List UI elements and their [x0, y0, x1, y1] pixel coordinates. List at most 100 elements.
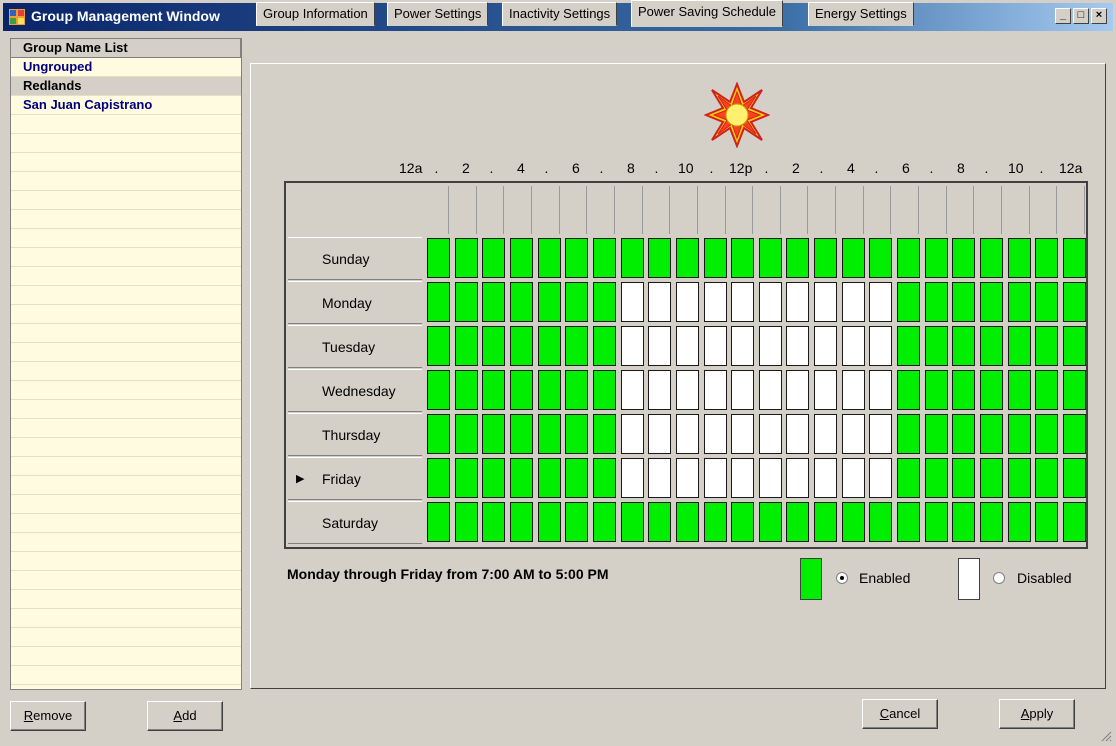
schedule-cell[interactable]	[703, 370, 727, 410]
schedule-cell[interactable]	[565, 458, 589, 498]
schedule-cell[interactable]	[703, 282, 727, 322]
schedule-cell[interactable]	[482, 414, 506, 454]
day-label-wednesday[interactable]: Wednesday	[288, 369, 422, 412]
schedule-cell[interactable]	[620, 502, 644, 542]
schedule-cell[interactable]	[758, 282, 782, 322]
day-label-thursday[interactable]: Thursday	[288, 413, 422, 456]
schedule-cell[interactable]	[509, 238, 533, 278]
schedule-cell[interactable]	[675, 414, 699, 454]
schedule-cell[interactable]	[980, 370, 1003, 410]
day-label-monday[interactable]: Monday	[288, 281, 422, 324]
schedule-cell[interactable]	[648, 238, 672, 278]
schedule-cell[interactable]	[427, 282, 450, 322]
schedule-cell[interactable]	[1007, 326, 1031, 366]
schedule-cell[interactable]	[1035, 238, 1059, 278]
close-button[interactable]: ×	[1091, 8, 1107, 24]
schedule-cell[interactable]	[648, 458, 672, 498]
schedule-cell[interactable]	[675, 370, 699, 410]
schedule-cell[interactable]	[841, 326, 865, 366]
schedule-cell[interactable]	[841, 458, 865, 498]
schedule-cell[interactable]	[897, 326, 921, 366]
schedule-cell[interactable]	[1007, 458, 1031, 498]
group-item-redlands[interactable]: Redlands	[11, 77, 241, 96]
resize-grip-icon[interactable]	[1100, 730, 1112, 742]
schedule-cell[interactable]	[924, 414, 948, 454]
schedule-cell[interactable]	[1007, 502, 1031, 542]
schedule-cell[interactable]	[620, 238, 644, 278]
schedule-cell[interactable]	[565, 238, 589, 278]
schedule-cell[interactable]	[648, 282, 672, 322]
schedule-cell[interactable]	[1035, 502, 1059, 542]
schedule-cell[interactable]	[897, 282, 921, 322]
schedule-cell[interactable]	[537, 238, 561, 278]
schedule-cell[interactable]	[1035, 414, 1059, 454]
schedule-cell[interactable]	[924, 370, 948, 410]
schedule-cell[interactable]	[1062, 238, 1086, 278]
schedule-cell[interactable]	[1062, 282, 1086, 322]
schedule-cell[interactable]	[952, 502, 976, 542]
schedule-cell[interactable]	[592, 238, 616, 278]
remove-button[interactable]: Remove	[10, 701, 86, 731]
schedule-cell[interactable]	[814, 370, 838, 410]
schedule-cell[interactable]	[454, 502, 478, 542]
schedule-cell[interactable]	[758, 326, 782, 366]
minimize-button[interactable]: _	[1055, 8, 1071, 24]
tab-inactivity-settings[interactable]: Inactivity Settings	[502, 2, 618, 26]
schedule-cell[interactable]	[509, 370, 533, 410]
schedule-cell[interactable]	[1035, 282, 1059, 322]
schedule-cell[interactable]	[924, 282, 948, 322]
schedule-cell[interactable]	[427, 326, 450, 366]
schedule-cell[interactable]	[537, 326, 561, 366]
schedule-cell[interactable]	[454, 414, 478, 454]
schedule-cell[interactable]	[675, 238, 699, 278]
schedule-cell[interactable]	[454, 282, 478, 322]
schedule-cell[interactable]	[592, 502, 616, 542]
schedule-cell[interactable]	[897, 238, 921, 278]
schedule-cell[interactable]	[869, 282, 893, 322]
schedule-cell[interactable]	[786, 370, 810, 410]
day-label-sunday[interactable]: Sunday	[288, 237, 422, 280]
schedule-cell[interactable]	[537, 414, 561, 454]
schedule-cell[interactable]	[454, 370, 478, 410]
schedule-cell[interactable]	[482, 502, 506, 542]
tab-power-saving-schedule[interactable]: Power Saving Schedule	[631, 0, 784, 27]
schedule-cell[interactable]	[620, 370, 644, 410]
schedule-cell[interactable]	[786, 458, 810, 498]
schedule-cell[interactable]	[592, 326, 616, 366]
schedule-cell[interactable]	[482, 282, 506, 322]
schedule-cell[interactable]	[897, 458, 921, 498]
schedule-cell[interactable]	[1007, 282, 1031, 322]
schedule-cell[interactable]	[509, 458, 533, 498]
schedule-cell[interactable]	[592, 458, 616, 498]
schedule-cell[interactable]	[592, 414, 616, 454]
schedule-cell[interactable]	[675, 502, 699, 542]
enabled-radio[interactable]	[836, 572, 848, 584]
schedule-cell[interactable]	[980, 502, 1003, 542]
schedule-cell[interactable]	[427, 458, 450, 498]
schedule-cell[interactable]	[509, 414, 533, 454]
schedule-cell[interactable]	[427, 502, 450, 542]
schedule-cell[interactable]	[758, 414, 782, 454]
group-name-list[interactable]: Group Name List Ungrouped Redlands San J…	[10, 38, 242, 690]
tab-power-settings[interactable]: Power Settings	[387, 2, 489, 26]
schedule-cell[interactable]	[841, 282, 865, 322]
schedule-cell[interactable]	[786, 282, 810, 322]
schedule-cell[interactable]	[980, 458, 1003, 498]
schedule-cell[interactable]	[786, 326, 810, 366]
schedule-cell[interactable]	[814, 238, 838, 278]
schedule-cell[interactable]	[1007, 370, 1031, 410]
schedule-cell[interactable]	[952, 370, 976, 410]
add-button[interactable]: Add	[147, 701, 223, 731]
day-label-friday[interactable]: ▶ Friday	[288, 457, 422, 500]
disabled-radio[interactable]	[993, 572, 1005, 584]
schedule-cell[interactable]	[924, 326, 948, 366]
schedule-cell[interactable]	[509, 502, 533, 542]
schedule-cell[interactable]	[675, 458, 699, 498]
schedule-cell[interactable]	[814, 414, 838, 454]
schedule-cell[interactable]	[897, 502, 921, 542]
schedule-cell[interactable]	[731, 238, 755, 278]
cancel-button[interactable]: Cancel	[862, 699, 938, 729]
schedule-cell[interactable]	[980, 326, 1003, 366]
schedule-cell[interactable]	[565, 414, 589, 454]
schedule-cell[interactable]	[427, 414, 450, 454]
